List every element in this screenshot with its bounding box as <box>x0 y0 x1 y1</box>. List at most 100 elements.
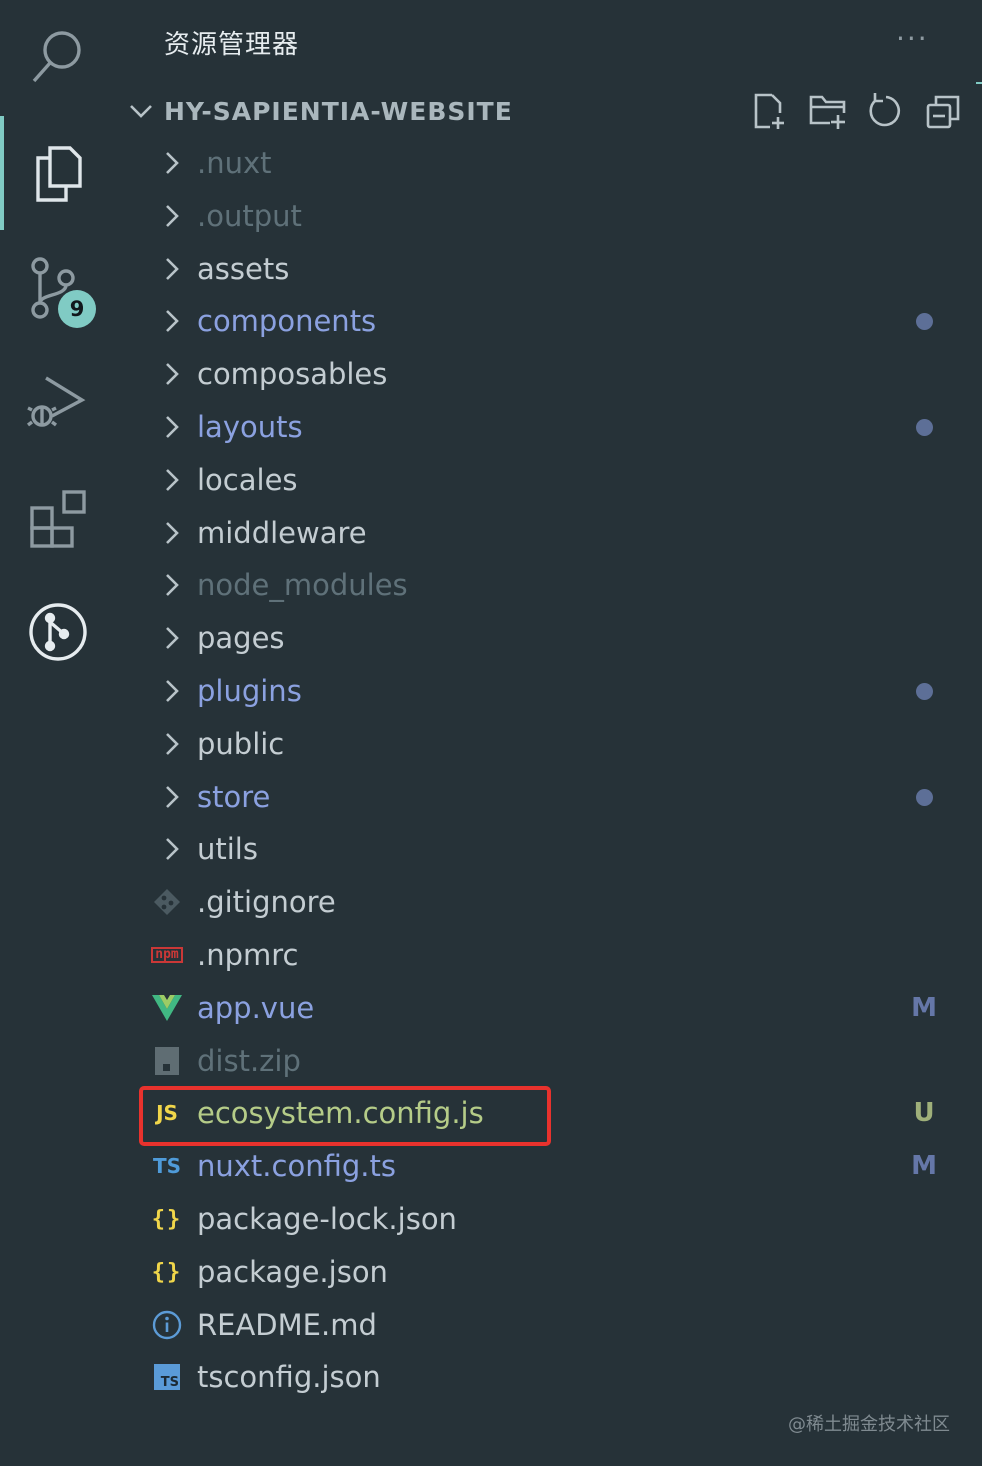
chevron-right-icon <box>160 307 184 335</box>
chevron-right-icon <box>160 677 184 705</box>
tree-item-file[interactable]: {} package.json <box>140 1246 982 1298</box>
modified-dot <box>902 411 946 443</box>
highlight-box <box>139 1086 551 1146</box>
tree-item-folder[interactable]: .nuxt <box>140 137 982 189</box>
activity-bar: 9 <box>0 0 116 1466</box>
tsconfig-icon: TS <box>150 1361 184 1393</box>
tree-item-label: layouts <box>197 410 303 444</box>
chevron-right-icon <box>160 835 184 863</box>
new-folder-icon[interactable] <box>808 91 848 131</box>
tree-item-label: store <box>197 780 271 814</box>
tree-item-label: components <box>197 304 377 338</box>
tree-item-label: dist.zip <box>197 1044 301 1078</box>
root-actions <box>750 86 964 136</box>
modified-dot <box>902 675 946 707</box>
chevron-right-icon <box>160 413 184 441</box>
tree-item-folder[interactable]: locales <box>140 454 982 506</box>
tree-item-label: .npmrc <box>197 938 299 972</box>
tree-item-folder[interactable]: middleware <box>140 507 982 559</box>
more-actions-button[interactable]: ··· <box>896 22 942 62</box>
tree-item-label: locales <box>197 463 298 497</box>
ts-icon: TS <box>152 1154 182 1178</box>
chevron-right-icon <box>160 202 184 230</box>
chevron-down-icon <box>126 96 156 126</box>
tree-item-label: assets <box>197 252 290 286</box>
git-graph-icon <box>29 603 87 661</box>
refresh-icon[interactable] <box>866 91 906 131</box>
tree-item-folder[interactable]: store <box>140 771 982 823</box>
chevron-right-icon <box>160 624 184 652</box>
collapse-all-icon[interactable] <box>924 91 964 131</box>
tree-item-label: .nuxt <box>197 146 272 180</box>
tree-item-label: composables <box>197 357 388 391</box>
tree-item-label: node_modules <box>197 568 408 602</box>
tree-item-folder[interactable]: components <box>140 295 982 347</box>
tree-item-label: utils <box>197 832 258 866</box>
tree-item-file[interactable]: TS nuxt.config.ts M <box>140 1140 982 1192</box>
tree-item-folder[interactable]: utils <box>140 823 982 875</box>
tree-item-label: public <box>197 727 285 761</box>
vue-icon <box>150 992 184 1024</box>
tree-item-file[interactable]: dist.zip <box>140 1035 982 1087</box>
tree-item-folder[interactable]: layouts <box>140 401 982 453</box>
tree-item-file[interactable]: README.md <box>140 1299 982 1351</box>
explorer-title: 资源管理器 <box>164 30 300 60</box>
tree-item-folder[interactable]: pages <box>140 612 982 664</box>
git-status-badge: M <box>911 993 937 1023</box>
extensions-view-button[interactable] <box>0 460 116 576</box>
info-icon <box>150 1309 184 1341</box>
zip-icon <box>150 1045 184 1077</box>
workspace-root-label: HY-SAPIENTIA-WEBSITE <box>164 96 513 126</box>
search-view-button[interactable] <box>0 0 116 116</box>
tree-item-label: pages <box>197 621 285 655</box>
tree-item-folder[interactable]: plugins <box>140 665 982 717</box>
tree-item-folder[interactable]: public <box>140 718 982 770</box>
modified-dot <box>902 781 946 813</box>
chevron-right-icon <box>160 149 184 177</box>
tree-item-file[interactable]: npm .npmrc <box>140 929 982 981</box>
tree-item-label: middleware <box>197 516 367 550</box>
focus-line <box>976 82 982 84</box>
git-graph-view-button[interactable] <box>0 574 116 690</box>
search-icon <box>32 31 81 83</box>
tree-item-label: .gitignore <box>197 885 336 919</box>
chevron-right-icon <box>160 519 184 547</box>
tree-item-label: .output <box>197 199 302 233</box>
run-debug-icon <box>26 376 86 427</box>
tree-item-label: plugins <box>197 674 302 708</box>
chevron-right-icon <box>160 783 184 811</box>
chevron-right-icon <box>160 730 184 758</box>
workspace-root[interactable]: HY-SAPIENTIA-WEBSITE <box>124 86 982 136</box>
tree-item-file[interactable]: TS tsconfig.json <box>140 1351 982 1403</box>
chevron-right-icon <box>160 255 184 283</box>
watermark: @稀土掘金技术社区 <box>788 1414 950 1435</box>
tree-item-label: README.md <box>197 1308 377 1342</box>
tree-item-label: tsconfig.json <box>197 1360 381 1394</box>
modified-dot <box>902 305 946 337</box>
tree-item-label: package-lock.json <box>197 1202 457 1236</box>
tree-item-folder[interactable]: assets <box>140 243 982 295</box>
json-icon: {} <box>151 1259 183 1285</box>
git-status-badge: U <box>913 1098 935 1128</box>
explorer-view-button[interactable] <box>0 116 116 232</box>
tree-item-folder[interactable]: .output <box>140 190 982 242</box>
tree-item-folder[interactable]: composables <box>140 348 982 400</box>
chevron-right-icon <box>160 571 184 599</box>
json-icon: {} <box>151 1206 183 1232</box>
extensions-icon <box>30 490 86 548</box>
tree-item-file[interactable]: app.vue M <box>140 982 982 1034</box>
tree-item-folder[interactable]: node_modules <box>140 559 982 611</box>
chevron-right-icon <box>160 360 184 388</box>
tree-item-label: nuxt.config.ts <box>197 1149 396 1183</box>
run-debug-view-button[interactable] <box>0 344 116 460</box>
tree-item-file[interactable]: .gitignore <box>140 876 982 928</box>
source-control-badge: 9 <box>58 290 96 328</box>
new-file-icon[interactable] <box>750 91 790 131</box>
tree-item-file[interactable]: {} package-lock.json <box>140 1193 982 1245</box>
chevron-right-icon <box>160 466 184 494</box>
git-status-badge: M <box>911 1151 937 1181</box>
npm-icon: npm <box>148 939 186 971</box>
git-icon <box>150 886 184 918</box>
files-icon <box>36 146 82 202</box>
source-control-view-button[interactable] <box>0 230 116 346</box>
